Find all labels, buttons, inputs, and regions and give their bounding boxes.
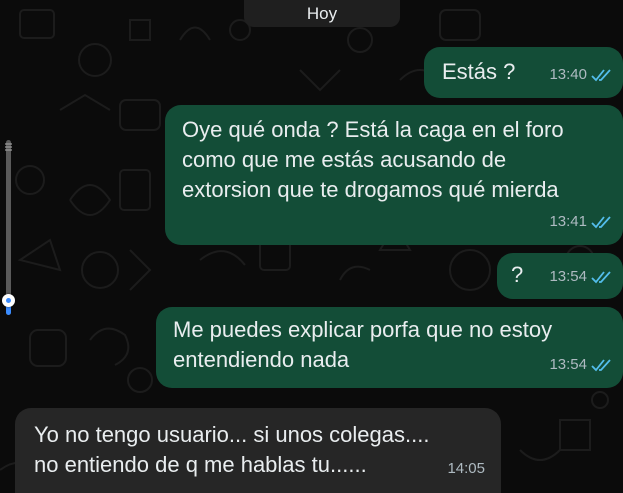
message-time: 13:40 (549, 66, 587, 83)
message-time: 13:41 (549, 213, 587, 230)
message-meta: 13:54 (549, 262, 613, 292)
outgoing-message[interactable]: ? 13:54 (497, 253, 623, 299)
outgoing-message[interactable]: Estás ? 13:40 (424, 47, 623, 98)
message-text: Yo no tengo usuario... si unos colegas..… (34, 422, 430, 477)
double-check-read-icon (591, 215, 613, 229)
message-text: Oye qué onda ? Está la caga en el foro c… (182, 117, 564, 202)
incoming-message[interactable]: Yo no tengo usuario... si unos colegas..… (15, 408, 501, 493)
message-meta: 13:41 (549, 207, 613, 237)
message-meta: 13:54 (549, 350, 613, 380)
double-check-read-icon (591, 270, 613, 284)
message-text: ? (511, 262, 524, 287)
message-time: 13:54 (549, 268, 587, 285)
double-check-read-icon (591, 358, 613, 372)
message-meta: 14:05 (447, 454, 485, 484)
message-time: 13:54 (549, 356, 587, 373)
scroll-grip-icon (5, 143, 12, 151)
date-chip: Hoy (244, 0, 400, 27)
scroll-slider[interactable] (2, 140, 15, 315)
message-time: 14:05 (447, 460, 485, 477)
outgoing-message[interactable]: Oye qué onda ? Está la caga en el foro c… (165, 105, 623, 245)
date-chip-label: Hoy (306, 3, 338, 23)
message-text: Me puedes explicar porfa que no estoy en… (173, 317, 553, 372)
message-meta: 13:40 (549, 60, 613, 90)
double-check-read-icon (591, 68, 613, 82)
scroll-slider-knob[interactable] (2, 294, 15, 307)
outgoing-message[interactable]: Me puedes explicar porfa que no estoy en… (156, 307, 623, 388)
message-text: Estás ? (442, 59, 516, 84)
